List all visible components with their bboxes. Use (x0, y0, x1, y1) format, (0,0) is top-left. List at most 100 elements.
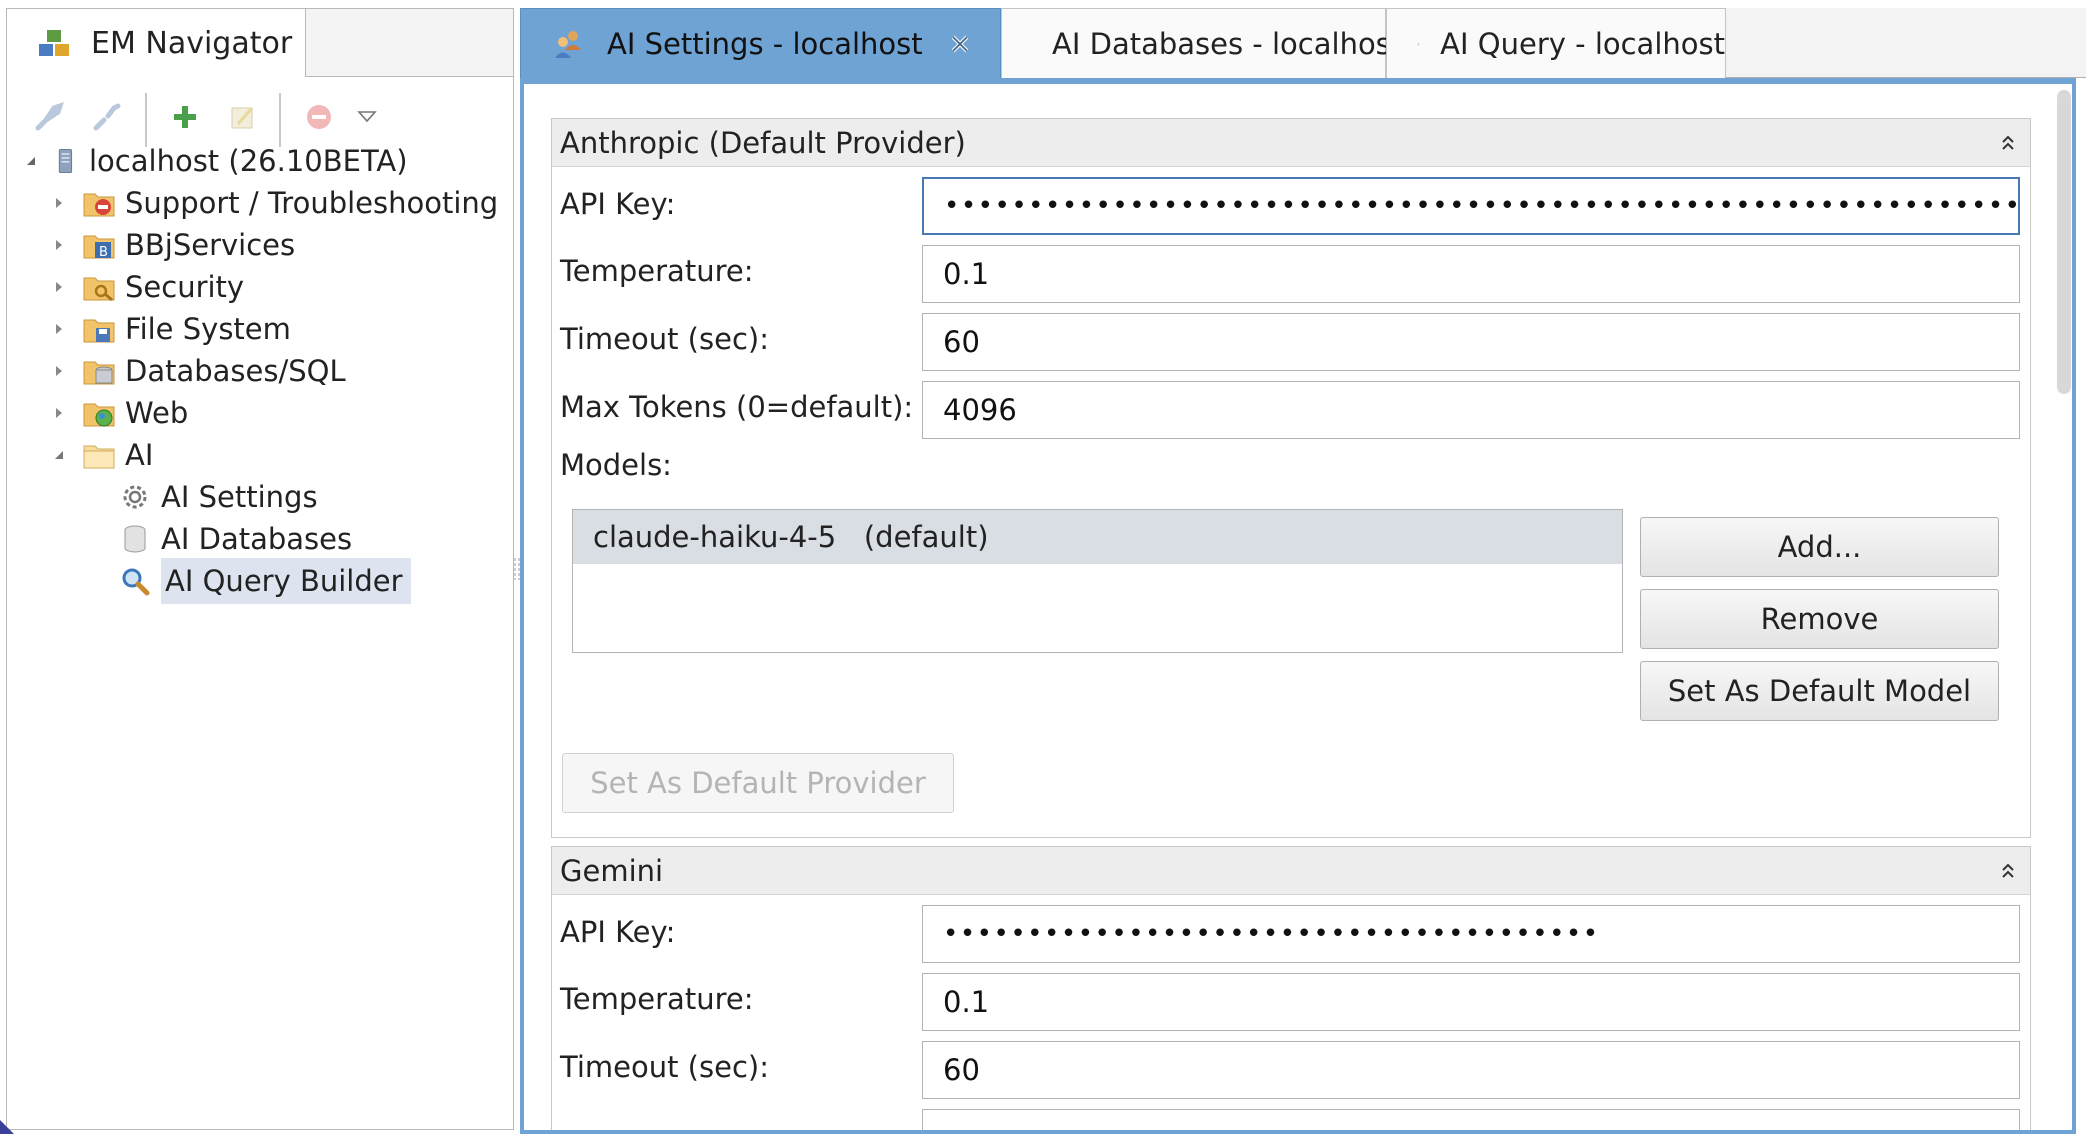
models-list[interactable]: claude-haiku-4-5 (default) (572, 509, 1623, 653)
tree-node-label: AI Databases (161, 522, 353, 556)
navigator-tab[interactable]: EM Navigator (7, 9, 306, 77)
anthropic-section: Anthropic (Default Provider) API Key: ••… (551, 118, 2031, 838)
api-key-value: ••••••••••••••••••••••••••••••••••••••• (943, 919, 1600, 949)
tree-node-ai-databases[interactable]: AI Databases (117, 517, 352, 561)
tab-label: AI Settings - localhost (607, 26, 923, 61)
tree-node-label: Databases/SQL (125, 354, 346, 388)
tree-node-support[interactable]: Support / Troubleshooting (51, 181, 498, 225)
tree-node-security[interactable]: Security (51, 265, 244, 309)
connect-icon[interactable] (29, 97, 69, 137)
magnifier-icon (122, 568, 150, 596)
vertical-scrollbar-thumb[interactable] (2057, 90, 2071, 394)
collapsed-arrow-icon[interactable] (51, 405, 67, 421)
gear-icon (123, 485, 147, 509)
tree-node-databases-sql[interactable]: Databases/SQL (51, 349, 346, 393)
close-tab-icon[interactable] (949, 33, 971, 55)
temperature-value: 0.1 (943, 985, 990, 1019)
tree-node-label: BBjServices (125, 228, 296, 262)
tab-ai-settings[interactable]: AI Settings - localhost (520, 8, 1001, 78)
tree-node-label: File System (125, 312, 291, 346)
set-default-model-button[interactable]: Set As Default Model (1640, 661, 1999, 721)
tree-node-label: Support / Troubleshooting (125, 186, 499, 220)
collapsed-arrow-icon[interactable] (51, 279, 67, 295)
gemini-section-header[interactable]: Gemini (552, 847, 2030, 895)
server-icon (58, 148, 73, 174)
collapsed-arrow-icon[interactable] (51, 195, 67, 211)
anthropic-section-header[interactable]: Anthropic (Default Provider) (552, 119, 2030, 167)
models-label: Models: (560, 448, 672, 482)
svg-text:B: B (99, 245, 108, 260)
collapsed-arrow-icon[interactable] (51, 321, 67, 337)
bbjservices-folder-icon: B (83, 235, 115, 260)
tree-node-ai-settings[interactable]: AI Settings (117, 475, 318, 519)
tree-node-web[interactable]: Web (51, 391, 188, 435)
tree-node-label: Web (125, 396, 189, 430)
timeout-label: Timeout (sec): (560, 1050, 769, 1084)
api-key-label: API Key: (560, 915, 676, 949)
expanded-arrow-icon[interactable] (23, 153, 39, 169)
section-title: Gemini (560, 853, 664, 888)
add-model-button[interactable]: Add... (1640, 517, 1999, 577)
list-item[interactable]: claude-haiku-4-5 (default) (573, 510, 1622, 564)
expanded-arrow-icon[interactable] (51, 447, 67, 463)
view-menu-icon[interactable] (347, 97, 387, 137)
disconnect-icon[interactable] (87, 97, 127, 137)
web-folder-icon (83, 403, 115, 427)
editor-tabbar: AI Settings - localhost AI Databases - l… (520, 8, 2086, 78)
api-key-value: ••••••••••••••••••••••••••••••••••••••••… (944, 191, 2020, 221)
collapsed-arrow-icon[interactable] (51, 363, 67, 379)
remove-icon[interactable] (299, 97, 339, 137)
database-icon (124, 525, 146, 553)
anthropic-max-tokens-field[interactable]: 4096 (922, 381, 2020, 439)
tree-node-file-system[interactable]: File System (51, 307, 291, 351)
temperature-value: 0.1 (943, 257, 990, 291)
tree-node-ai[interactable]: AI (51, 433, 153, 477)
support-folder-icon (83, 193, 115, 217)
security-folder-icon (83, 277, 115, 302)
gemini-next-field[interactable] (922, 1109, 2020, 1130)
tab-ai-databases[interactable]: AI Databases - localhost (1001, 8, 1402, 78)
em-navigator-panel: EM Navigator localhost (26.10BETA) Suppo… (6, 8, 514, 1130)
add-icon[interactable] (165, 97, 205, 137)
api-key-label: API Key: (560, 187, 676, 221)
navigator-icon (39, 30, 69, 56)
ai-settings-content: Anthropic (Default Provider) API Key: ••… (520, 78, 2076, 1134)
collapse-icon[interactable] (2000, 862, 2016, 880)
database-folder-icon (83, 361, 115, 385)
collapsed-arrow-icon[interactable] (51, 237, 67, 253)
edit-icon[interactable] (223, 97, 263, 137)
timeout-value: 60 (943, 325, 980, 359)
gemini-section: Gemini API Key: ••••••••••••••••••••••••… (551, 846, 2031, 1130)
anthropic-timeout-field[interactable]: 60 (922, 313, 2020, 371)
navigator-tabbar: EM Navigator (7, 9, 513, 77)
tree-node-label: AI Query Builder (161, 558, 411, 604)
tab-ai-query[interactable]: AI Query - localhost (1386, 8, 1726, 78)
timeout-label: Timeout (sec): (560, 322, 769, 356)
tree-node-ai-query-builder[interactable]: AI Query Builder (117, 558, 411, 604)
tree-node-label: AI Settings (161, 480, 318, 514)
gemini-temperature-field[interactable]: 0.1 (922, 973, 2020, 1031)
editor-area: AI Settings - localhost AI Databases - l… (520, 8, 2086, 1134)
gemini-timeout-field[interactable]: 60 (922, 1041, 2020, 1099)
tree-node-label: Security (125, 270, 245, 304)
temperature-label: Temperature: (560, 982, 754, 1016)
filesystem-folder-icon (83, 319, 115, 343)
navigator-tab-label: EM Navigator (91, 25, 293, 61)
tab-label: AI Query - localhost (1440, 26, 1725, 61)
gemini-api-key-field[interactable]: ••••••••••••••••••••••••••••••••••••••• (922, 905, 2020, 963)
remove-model-button[interactable]: Remove (1640, 589, 1999, 649)
tree-node-localhost[interactable]: localhost (26.10BETA) (23, 139, 408, 183)
corner-decoration (0, 1120, 14, 1134)
timeout-value: 60 (943, 1053, 980, 1087)
users-icon (555, 30, 581, 58)
max-tokens-label: Max Tokens (0=default): (560, 390, 914, 424)
users-icon (1417, 42, 1420, 45)
tree-node-label: AI (125, 438, 154, 472)
set-default-provider-button[interactable]: Set As Default Provider (562, 753, 954, 813)
collapse-icon[interactable] (2000, 134, 2016, 152)
tree-node-label: localhost (26.10BETA) (89, 144, 408, 178)
tab-label: AI Databases - localhost (1052, 26, 1403, 61)
tree-node-bbjservices[interactable]: B BBjServices (51, 223, 295, 267)
anthropic-temperature-field[interactable]: 0.1 (922, 245, 2020, 303)
anthropic-api-key-field[interactable]: ••••••••••••••••••••••••••••••••••••••••… (922, 177, 2020, 235)
